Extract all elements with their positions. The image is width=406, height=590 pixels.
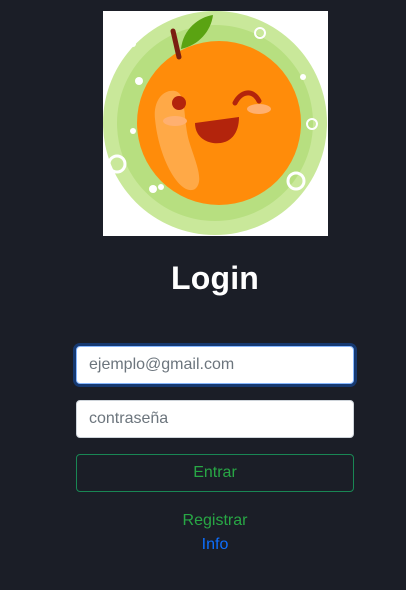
orange-logo-image (103, 11, 328, 236)
orange-mascot-icon (103, 11, 327, 235)
login-button[interactable]: Entrar (76, 454, 354, 492)
register-link[interactable]: Registrar (0, 512, 406, 530)
password-input[interactable] (76, 400, 354, 438)
info-link[interactable]: Info (0, 536, 406, 554)
page-title: Login (170, 260, 260, 296)
email-input[interactable] (76, 346, 354, 384)
login-page: Login Entrar Registrar Info (0, 0, 406, 590)
